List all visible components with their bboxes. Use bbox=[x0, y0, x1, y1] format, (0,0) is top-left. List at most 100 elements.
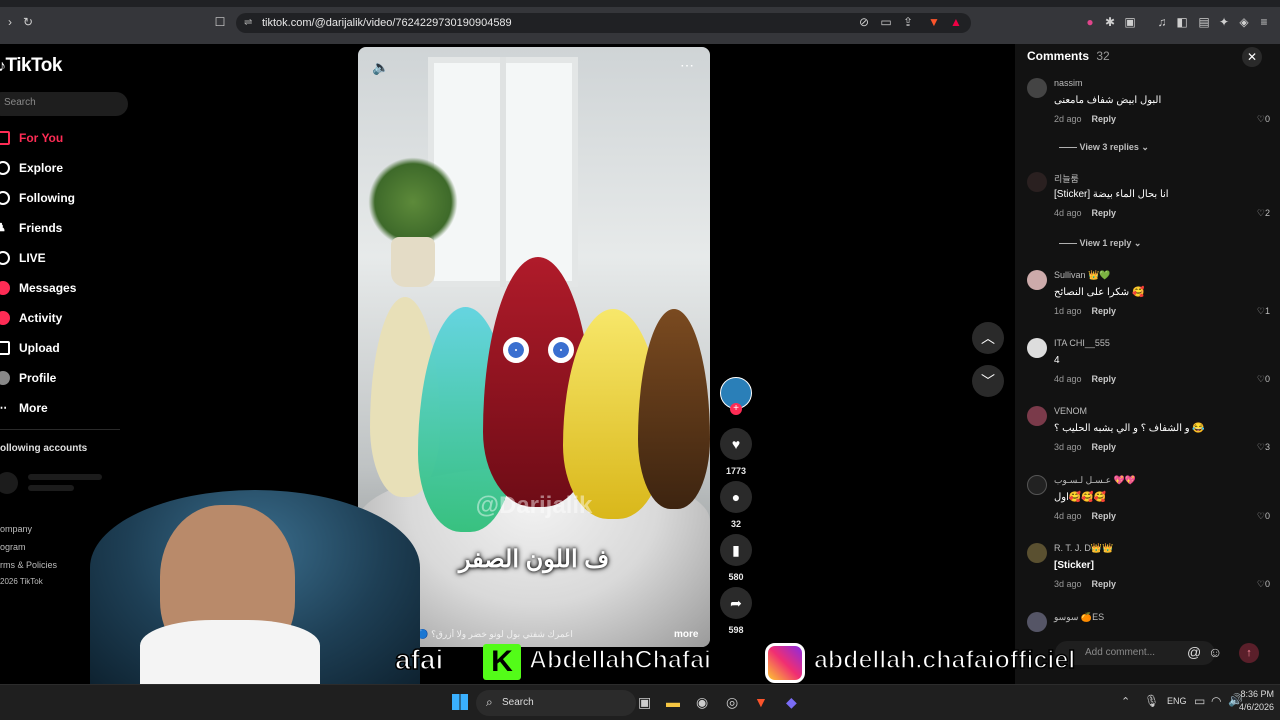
site-settings-icon[interactable]: ⇌ bbox=[244, 13, 252, 33]
more-link[interactable]: more bbox=[674, 629, 698, 640]
avatar[interactable] bbox=[1027, 612, 1047, 632]
clock-time[interactable]: 8:36 PM bbox=[1232, 689, 1274, 699]
avatar[interactable] bbox=[1027, 338, 1047, 358]
footer-terms-link[interactable]: rms & Policies bbox=[0, 560, 57, 570]
nav-more[interactable]: ⋯ More bbox=[0, 397, 48, 419]
nav-upload[interactable]: Upload bbox=[0, 337, 60, 359]
tiktok-logo[interactable]: ♪TikTok bbox=[0, 55, 62, 77]
app-icon[interactable]: ◎ bbox=[726, 694, 738, 711]
language-indicator[interactable]: ENG bbox=[1167, 696, 1187, 706]
reply-button[interactable]: Reply bbox=[1092, 306, 1117, 316]
bookmark-icon[interactable]: ▮ bbox=[720, 534, 752, 566]
share-icon[interactable]: ⇪ bbox=[900, 14, 916, 30]
comment-username[interactable]: سوسو 🍊ES bbox=[1054, 612, 1104, 623]
comment-like[interactable]: ♡0 bbox=[1257, 511, 1270, 522]
puzzle-icon[interactable]: ✱ bbox=[1102, 14, 1118, 30]
comment-username[interactable]: R. T. J. D👑👑 bbox=[1054, 543, 1113, 554]
heart-icon[interactable]: ♥ bbox=[720, 428, 752, 460]
microphone-icon[interactable]: 🎙 bbox=[1144, 694, 1159, 708]
reply-button[interactable]: Reply bbox=[1092, 374, 1117, 384]
view-replies-button[interactable]: —— View 3 replies ⌄ bbox=[1059, 142, 1149, 153]
avatar[interactable] bbox=[1027, 543, 1047, 563]
nav-messages[interactable]: Messages bbox=[0, 277, 76, 299]
cast-icon[interactable]: ▭ bbox=[878, 14, 894, 30]
extension-icon[interactable]: ● bbox=[1082, 14, 1098, 30]
reply-button[interactable]: Reply bbox=[1092, 579, 1117, 589]
file-explorer-icon[interactable]: ▬ bbox=[666, 694, 680, 710]
comment-like[interactable]: ♡0 bbox=[1257, 579, 1270, 590]
share-action[interactable]: ➦ 598 bbox=[720, 587, 752, 635]
clock-date[interactable]: 4/6/2026 bbox=[1232, 702, 1274, 712]
nav-explore[interactable]: Explore bbox=[0, 157, 63, 179]
brave-browser-icon[interactable]: ▼ bbox=[754, 694, 768, 710]
like-action[interactable]: ♥ 1773 bbox=[720, 428, 752, 476]
footer-company-link[interactable]: ompany bbox=[0, 524, 32, 534]
windows-start-icon[interactable] bbox=[452, 694, 468, 710]
camera-app-icon[interactable]: ◉ bbox=[696, 694, 708, 711]
reload-icon[interactable]: ↻ bbox=[20, 14, 36, 30]
avatar[interactable] bbox=[1027, 270, 1047, 290]
avatar[interactable] bbox=[1027, 406, 1047, 426]
avatar[interactable] bbox=[1027, 475, 1047, 495]
wallet2-icon[interactable]: ▤ bbox=[1196, 14, 1212, 30]
previous-video-button[interactable]: ︿ bbox=[972, 322, 1004, 354]
nav-friends[interactable]: ♟ Friends bbox=[0, 217, 62, 239]
comment-like[interactable]: ♡0 bbox=[1257, 114, 1270, 125]
forward-icon[interactable]: › bbox=[2, 14, 18, 30]
avatar[interactable] bbox=[1027, 78, 1047, 98]
volume-icon[interactable]: 🔈 bbox=[372, 59, 389, 76]
no-tracking-icon[interactable]: ⊘ bbox=[856, 14, 872, 30]
leo-icon[interactable]: ✦ bbox=[1216, 14, 1232, 30]
tray-chevron-icon[interactable]: ⌃ bbox=[1121, 695, 1130, 708]
comment-like[interactable]: ♡1 bbox=[1257, 306, 1270, 317]
search-icon: ⌕ bbox=[486, 695, 493, 709]
mention-icon[interactable]: @ bbox=[1187, 644, 1201, 660]
send-button[interactable]: ↑ bbox=[1239, 643, 1259, 663]
comment-username[interactable]: Sullivan 👑💚 bbox=[1054, 270, 1110, 281]
nav-live[interactable]: LIVE bbox=[0, 247, 46, 269]
next-video-button[interactable]: ﹀ bbox=[972, 365, 1004, 397]
discord-icon[interactable]: ◆ bbox=[786, 694, 797, 711]
reply-button[interactable]: Reply bbox=[1092, 208, 1117, 218]
share-arrow-icon[interactable]: ➦ bbox=[720, 587, 752, 619]
comment-username[interactable]: عـسـل لـسـوب 💖💖 bbox=[1054, 475, 1136, 486]
brave-shield-icon[interactable]: ▼ bbox=[926, 14, 942, 30]
reply-button[interactable]: Reply bbox=[1092, 511, 1117, 521]
view-replies-button[interactable]: —— View 1 reply ⌄ bbox=[1059, 238, 1141, 249]
brave-rewards-icon[interactable]: ▲ bbox=[948, 14, 964, 30]
nav-activity[interactable]: Activity bbox=[0, 307, 62, 329]
comment-username[interactable]: 리늘룸 bbox=[1054, 172, 1079, 185]
nav-profile[interactable]: Profile bbox=[0, 367, 56, 389]
comment-icon[interactable]: ● bbox=[720, 481, 752, 513]
comment-username[interactable]: nassim bbox=[1054, 78, 1083, 88]
comment-like[interactable]: ♡3 bbox=[1257, 442, 1270, 453]
taskbar-search[interactable]: ⌕ Search bbox=[476, 690, 636, 716]
nav-following[interactable]: Following bbox=[0, 187, 75, 209]
close-comments-button[interactable]: ✕ bbox=[1242, 47, 1262, 67]
reply-button[interactable]: Reply bbox=[1092, 114, 1117, 124]
comment-username[interactable]: ITA CHI__555 bbox=[1054, 338, 1110, 348]
follow-plus-icon[interactable]: + bbox=[730, 403, 742, 415]
wallet-icon[interactable]: ▣ bbox=[1122, 14, 1138, 30]
comment-username[interactable]: VENOM bbox=[1054, 406, 1087, 416]
profile-icon bbox=[0, 371, 10, 385]
sidebar-icon[interactable]: ◧ bbox=[1174, 14, 1190, 30]
vpn-icon[interactable]: ◈ bbox=[1236, 14, 1252, 30]
wifi-icon[interactable]: ◠ bbox=[1211, 694, 1221, 708]
more-options-icon[interactable]: ⋯ bbox=[680, 57, 694, 74]
media-icon[interactable]: ♫ bbox=[1154, 14, 1170, 30]
emoji-icon[interactable]: ☺ bbox=[1208, 644, 1222, 660]
menu-icon[interactable]: ≡ bbox=[1256, 14, 1272, 30]
bookmark-icon[interactable]: ☐ bbox=[212, 14, 228, 30]
save-action[interactable]: ▮ 580 bbox=[720, 534, 752, 582]
display-icon[interactable]: ▭ bbox=[1194, 694, 1205, 708]
comment-like[interactable]: ♡0 bbox=[1257, 374, 1270, 385]
comment-like[interactable]: ♡2 bbox=[1257, 208, 1270, 219]
avatar[interactable] bbox=[1027, 172, 1047, 192]
nav-for-you[interactable]: For You bbox=[0, 127, 63, 149]
comment-action[interactable]: ● 32 bbox=[720, 481, 752, 529]
search-input[interactable]: Search bbox=[0, 92, 128, 116]
reply-button[interactable]: Reply bbox=[1092, 442, 1117, 452]
footer-program-link[interactable]: ogram bbox=[0, 542, 26, 552]
task-view-icon[interactable]: ▣ bbox=[638, 694, 651, 711]
